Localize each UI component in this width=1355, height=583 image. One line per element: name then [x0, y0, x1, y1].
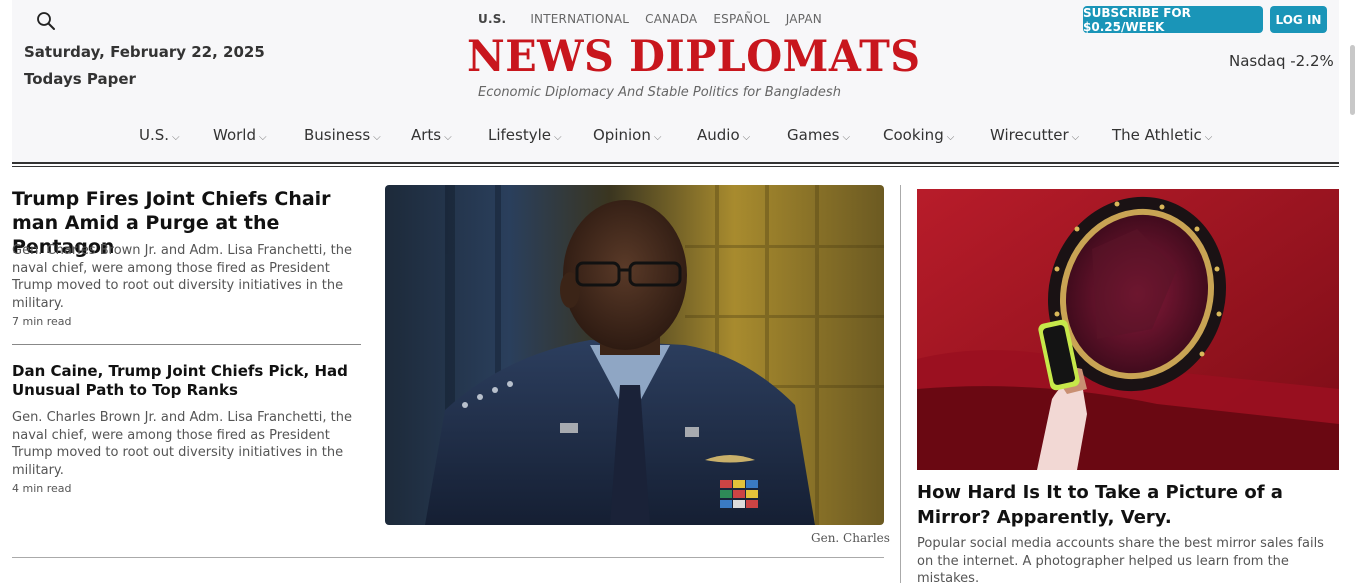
chevron-down-icon: ⌵	[842, 132, 851, 143]
nav-item-games[interactable]: Games ⌵	[787, 126, 850, 144]
section-nav: U.S. ⌵ World ⌵ Business ⌵ Arts ⌵ Lifestyle ⌵ …	[12, 126, 1339, 150]
chevron-down-icon: ⌵	[946, 132, 955, 143]
nav-item-label: Business	[304, 126, 371, 144]
edition-canada[interactable]: CANADA	[645, 12, 697, 26]
header-rule	[12, 162, 1339, 164]
site-tagline: Economic Diplomacy And Stable Politics f…	[478, 85, 841, 100]
side-story-headline[interactable]: How Hard Is It to Take a Picture of a Mi…	[917, 480, 1339, 530]
login-button[interactable]: LOG IN	[1270, 6, 1327, 33]
edition-us[interactable]: U.S.	[478, 12, 506, 26]
nav-item-business[interactable]: Business ⌵	[304, 126, 381, 144]
chevron-down-icon: ⌵	[742, 132, 751, 143]
nav-item-the-athletic[interactable]: The Athletic ⌵	[1112, 126, 1212, 144]
story-summary: Gen. Charles Brown Jr. and Adm. Lisa Fra…	[12, 410, 352, 478]
story-divider	[12, 344, 361, 345]
search-icon[interactable]	[36, 11, 56, 31]
nav-item-cooking[interactable]: Cooking ⌵	[883, 126, 954, 144]
chevron-down-icon: ⌵	[444, 132, 452, 143]
scrollbar-thumb[interactable]	[1350, 45, 1355, 115]
nav-item-wirecutter[interactable]: Wirecutter ⌵	[990, 126, 1079, 144]
nav-item-label: The Athletic	[1112, 126, 1202, 144]
chevron-down-icon: ⌵	[653, 132, 662, 143]
chevron-down-icon: ⌵	[259, 132, 267, 143]
edition-espanol[interactable]: ESPAÑOL	[713, 12, 769, 26]
nav-item-label: Audio	[697, 126, 740, 144]
page: Saturday, February 22, 2025 Todays Paper…	[12, 0, 1339, 583]
chevron-down-icon: ⌵	[1071, 132, 1080, 143]
column-separator	[900, 185, 901, 583]
section-divider	[12, 557, 884, 558]
story-headline[interactable]: Dan Caine, Trump Joint Chiefs Pick, Had …	[12, 362, 357, 400]
nav-item-opinion[interactable]: Opinion ⌵	[593, 126, 661, 144]
subscribe-button[interactable]: SUBSCRIBE FOR $0.25/WEEK	[1083, 6, 1263, 34]
edition-switcher: U.S. INTERNATIONAL CANADA ESPAÑOL JAPAN	[478, 12, 838, 26]
nav-item-label: Arts	[411, 126, 442, 144]
nav-item-label: U.S.	[139, 126, 170, 144]
edition-japan[interactable]: JAPAN	[786, 12, 822, 26]
story-summary: Gen. Charles Brown Jr. and Adm. Lisa Fra…	[12, 243, 352, 311]
nav-item-world[interactable]: World ⌵	[213, 126, 267, 144]
chevron-down-icon: ⌵	[373, 132, 381, 143]
nav-item-label: World	[213, 126, 256, 144]
chevron-down-icon: ⌵	[554, 132, 562, 143]
nav-item-label: Games	[787, 126, 840, 144]
hero-photo-caption: Gen. Charles	[811, 531, 890, 545]
chevron-down-icon: ⌵	[172, 132, 180, 143]
nav-item-us[interactable]: U.S. ⌵	[139, 126, 180, 144]
current-date: Saturday, February 22, 2025	[24, 43, 265, 61]
nav-item-arts[interactable]: Arts ⌵	[411, 126, 452, 144]
nav-item-label: Wirecutter	[990, 126, 1069, 144]
nav-item-lifestyle[interactable]: Lifestyle ⌵	[488, 126, 562, 144]
market-ticker: Nasdaq -2.2%	[1229, 52, 1334, 70]
nav-item-label: Lifestyle	[488, 126, 552, 144]
site-logo[interactable]: NEWS DIPLOMATS	[467, 32, 920, 82]
story-read-time: 4 min read	[12, 482, 72, 495]
mirror-story-photo[interactable]	[917, 189, 1339, 470]
todays-paper-link[interactable]: Todays Paper	[24, 70, 136, 88]
chevron-down-icon: ⌵	[1204, 132, 1213, 143]
header-rule-thin	[12, 166, 1339, 167]
nav-item-label: Cooking	[883, 126, 944, 144]
nav-item-label: Opinion	[593, 126, 651, 144]
side-story-summary: Popular social media accounts share the …	[917, 536, 1324, 583]
story-read-time: 7 min read	[12, 315, 72, 328]
hero-photo[interactable]	[385, 185, 884, 525]
nav-item-audio[interactable]: Audio ⌵	[697, 126, 750, 144]
edition-international[interactable]: INTERNATIONAL	[530, 12, 629, 26]
